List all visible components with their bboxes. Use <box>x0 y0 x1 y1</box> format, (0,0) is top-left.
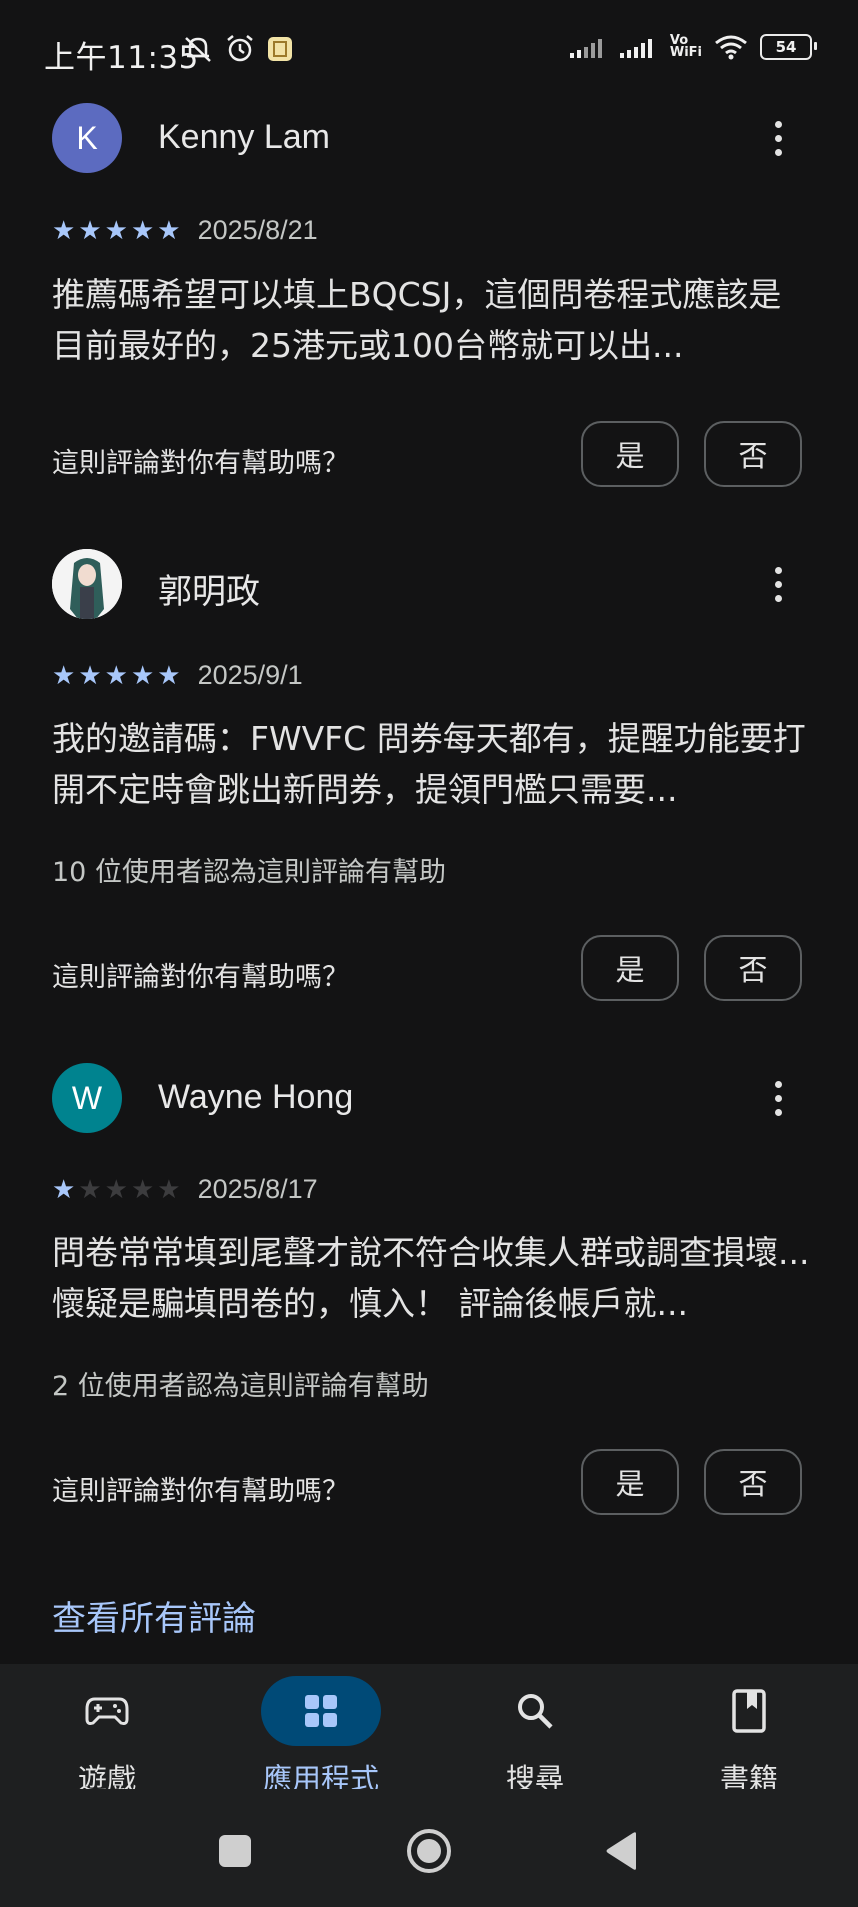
status-system-icons: Vo WiFi 54 <box>569 34 817 60</box>
rating-row: ★ ★ ★ ★ ★ 2025/9/1 <box>52 660 303 691</box>
more-options-button[interactable] <box>758 108 798 168</box>
apps-grid-icon <box>305 1695 337 1727</box>
mute-icon <box>185 37 211 62</box>
star-icon: ★ <box>78 215 102 246</box>
helpful-no-button[interactable]: 否 <box>704 935 802 1001</box>
system-navigation-bar <box>0 1789 858 1907</box>
battery-indicator: 54 <box>760 34 817 60</box>
helpful-question: 這則評論對你有幫助嗎？ <box>52 1476 349 1507</box>
star-icon: ★ <box>157 1174 181 1205</box>
star-icon: ★ <box>52 660 76 691</box>
nav-books[interactable]: 書籍 <box>642 1664 856 1796</box>
star-icon: ★ <box>78 1174 102 1205</box>
reviewer-name: 郭明政 <box>158 573 260 611</box>
back-button[interactable] <box>592 1821 652 1881</box>
alarm-icon <box>227 35 253 62</box>
star-icon: ★ <box>104 660 128 691</box>
helpful-question: 這則評論對你有幫助嗎？ <box>52 448 349 479</box>
star-icon: ★ <box>157 215 181 246</box>
home-button[interactable] <box>399 1821 459 1881</box>
helpful-yes-button[interactable]: 是 <box>581 1449 679 1515</box>
gamepad-icon <box>85 1697 129 1725</box>
home-circle-icon <box>407 1829 451 1873</box>
app-notification-icon <box>268 37 292 61</box>
back-triangle-icon <box>606 1832 636 1870</box>
helpful-yes-button[interactable]: 是 <box>581 421 679 487</box>
star-icon: ★ <box>130 215 155 246</box>
review-date: 2025/9/1 <box>197 660 303 690</box>
nav-apps[interactable]: 應用程式 <box>214 1664 428 1796</box>
helpful-count: 10 位使用者認為這則評論有幫助 <box>52 857 446 888</box>
more-options-button[interactable] <box>758 1068 798 1128</box>
book-icon <box>732 1689 766 1733</box>
reviewer-name: Kenny Lam <box>158 118 330 156</box>
see-all-reviews-link[interactable]: 查看所有評論 <box>52 1591 256 1640</box>
helpful-no-button[interactable]: 否 <box>704 1449 802 1515</box>
review-text[interactable]: 我的邀請碼：FWVFC 問券每天都有，提醒功能要打開不定時會跳出新問券，提領門檻… <box>52 713 812 815</box>
signal-icon <box>569 39 602 58</box>
signal-icon <box>619 39 652 58</box>
rating-row: ★ ★ ★ ★ ★ 2025/8/17 <box>52 1174 318 1205</box>
avatar-image <box>52 549 122 619</box>
bottom-navigation: 遊戲 應用程式 搜尋 書籍 <box>0 1664 858 1796</box>
nav-search[interactable]: 搜尋 <box>428 1664 642 1796</box>
helpful-question: 這則評論對你有幫助嗎？ <box>52 962 349 993</box>
review-date: 2025/8/17 <box>197 1174 318 1204</box>
star-icon: ★ <box>157 660 181 691</box>
status-notification-icons <box>182 34 294 64</box>
helpful-yes-button[interactable]: 是 <box>581 935 679 1001</box>
status-time: 上午11:35 <box>44 40 199 76</box>
avatar <box>52 549 122 619</box>
avatar: W <box>52 1063 122 1133</box>
search-icon <box>518 1694 553 1729</box>
avatar: K <box>52 103 122 173</box>
reviewer-name: Wayne Hong <box>158 1078 354 1116</box>
helpful-no-button[interactable]: 否 <box>704 421 802 487</box>
star-icon: ★ <box>78 660 102 691</box>
review-text[interactable]: 推薦碼希望可以填上BQCSJ，這個問卷程式應該是目前最好的，25港元或100台幣… <box>52 269 812 371</box>
square-icon <box>219 1835 251 1867</box>
star-icon: ★ <box>130 1174 155 1205</box>
rating-row: ★ ★ ★ ★ ★ 2025/8/21 <box>52 215 318 246</box>
helpful-count: 2 位使用者認為這則評論有幫助 <box>52 1371 429 1402</box>
wifi-icon <box>715 35 747 60</box>
recents-button[interactable] <box>205 1821 265 1881</box>
review-text[interactable]: 問卷常常填到尾聲才說不符合收集人群或調查損壞...懷疑是騙填問卷的，慎入！ 評論… <box>52 1227 812 1329</box>
star-icon: ★ <box>130 660 155 691</box>
nav-games[interactable]: 遊戲 <box>0 1664 214 1796</box>
vowifi-bottom-label: WiFi <box>669 45 702 60</box>
star-icon: ★ <box>104 215 128 246</box>
star-icon: ★ <box>104 1174 128 1205</box>
more-options-button[interactable] <box>758 554 798 614</box>
star-icon: ★ <box>52 1174 76 1205</box>
status-bar: 上午11:35 Vo WiFi 54 <box>0 0 858 100</box>
star-icon: ★ <box>52 215 76 246</box>
review-date: 2025/8/21 <box>197 215 318 245</box>
vowifi-indicator: Vo WiFi <box>669 34 702 60</box>
